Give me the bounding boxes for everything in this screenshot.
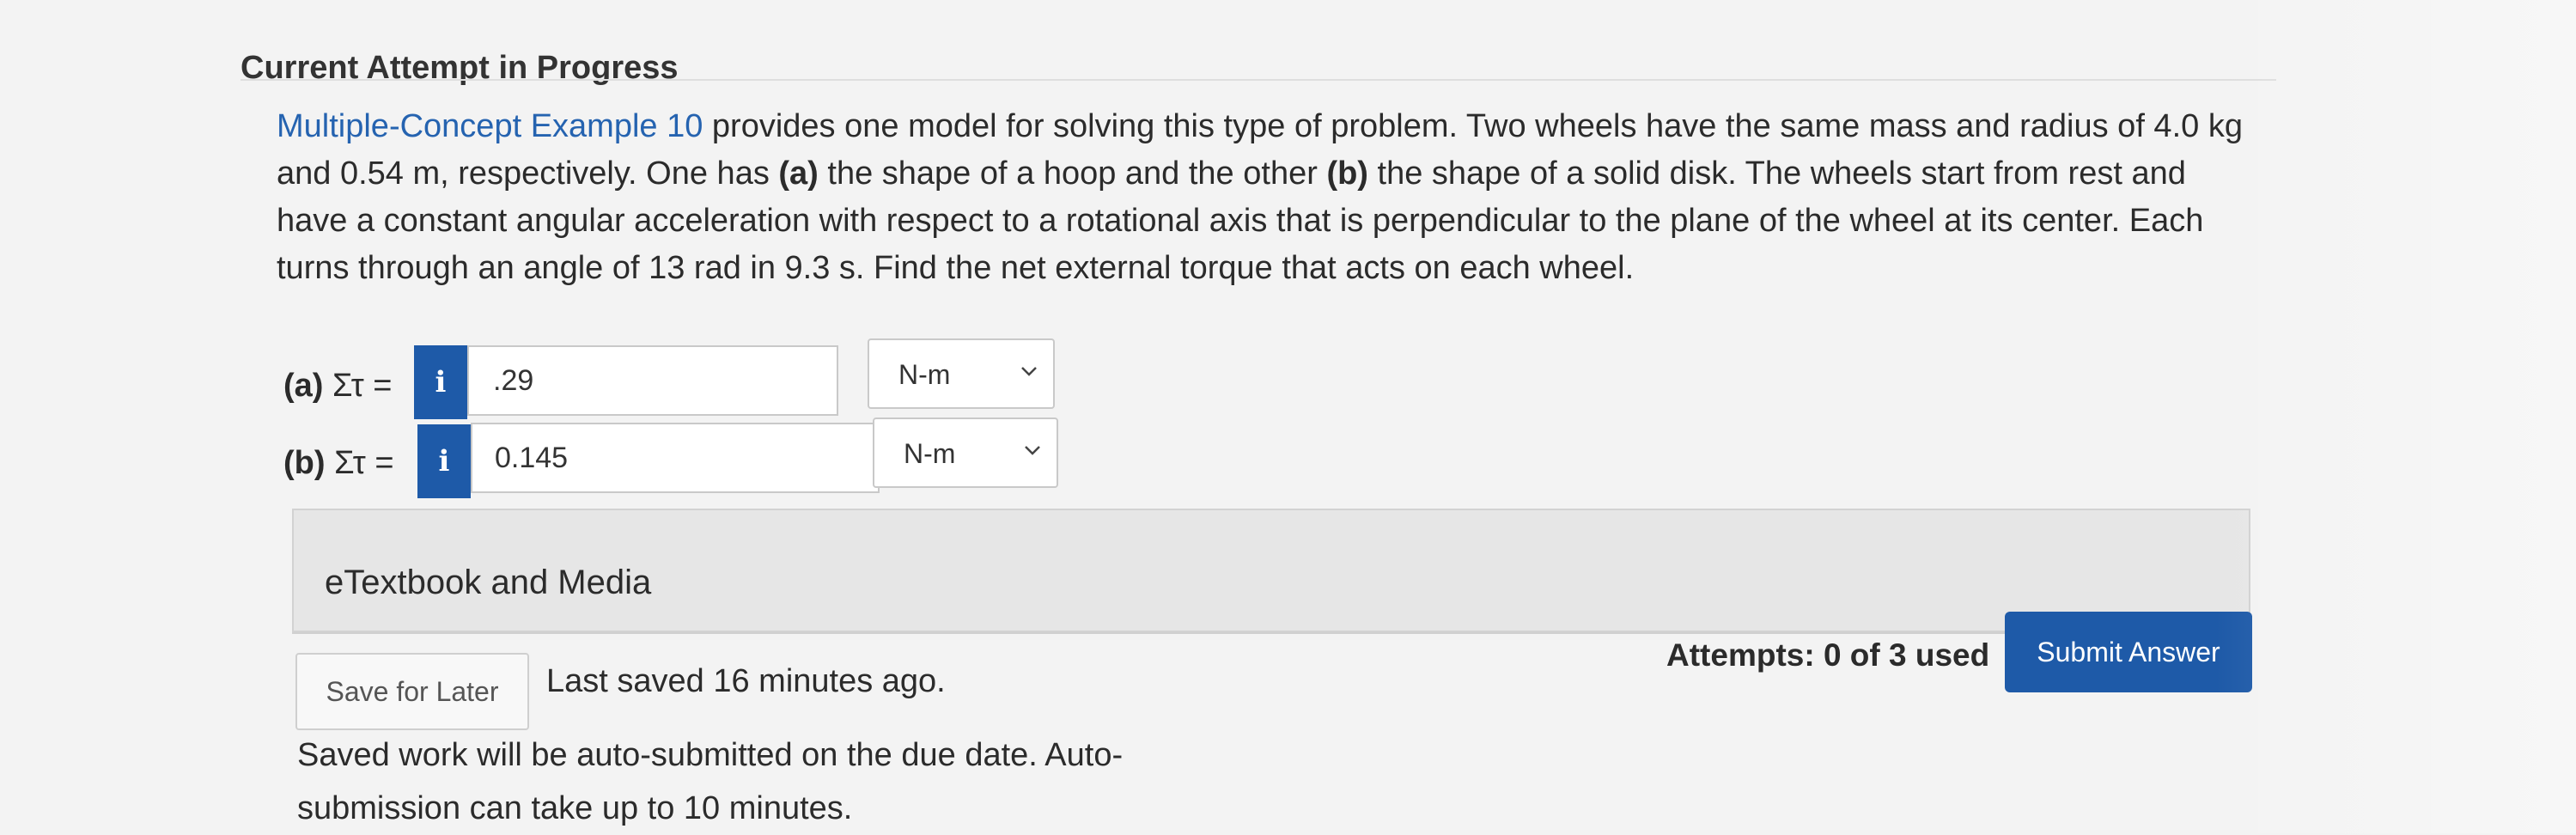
torque-symbol-b: Στ = [334,445,394,481]
last-saved-text: Last saved 16 minutes ago. [546,663,946,699]
answer-input-b[interactable]: 0.145 [471,423,880,493]
torque-symbol-a: Στ = [332,368,393,404]
unit-select-a[interactable]: N-m [868,338,1055,409]
problem-statement: Multiple-Concept Example 10 provides one… [277,103,2252,292]
answer-part-b: (b) [283,445,326,481]
panel-divider [292,632,2250,634]
auto-submit-note: Saved work will be auto-submitted on the… [297,737,1124,826]
chevron-down-icon [1021,367,1037,376]
save-for-later-button[interactable]: Save for Later [295,653,529,730]
part-b-marker: (b) [1326,155,1368,192]
etextbook-media-title[interactable]: eTextbook and Media [325,564,651,602]
unit-select-a-value: N-m [898,359,951,390]
screen-glare [2215,0,2576,833]
part-a-marker: (a) [778,155,819,192]
etextbook-media-panel[interactable]: eTextbook and Media [292,509,2250,632]
info-icon[interactable]: i [417,424,471,498]
answer-input-a[interactable]: .29 [467,345,838,416]
unit-select-b[interactable]: N-m [873,418,1058,488]
submit-answer-button[interactable]: Submit Answer [2005,612,2252,692]
answer-label-a: (a) Στ = [283,368,392,405]
unit-select-b-value: N-m [904,438,956,469]
page-title: Current Attempt in Progress [241,50,679,86]
answer-label-b: (b) Στ = [283,445,394,482]
problem-text-2: the shape of a hoop and the other [818,155,1327,192]
info-icon[interactable]: i [414,345,467,419]
answer-part-a: (a) [283,368,324,404]
header-divider [241,79,2276,81]
chevron-down-icon [1025,446,1040,455]
attempts-counter: Attempts: 0 of 3 used [1666,637,1990,673]
example-link[interactable]: Multiple-Concept Example 10 [277,108,703,144]
